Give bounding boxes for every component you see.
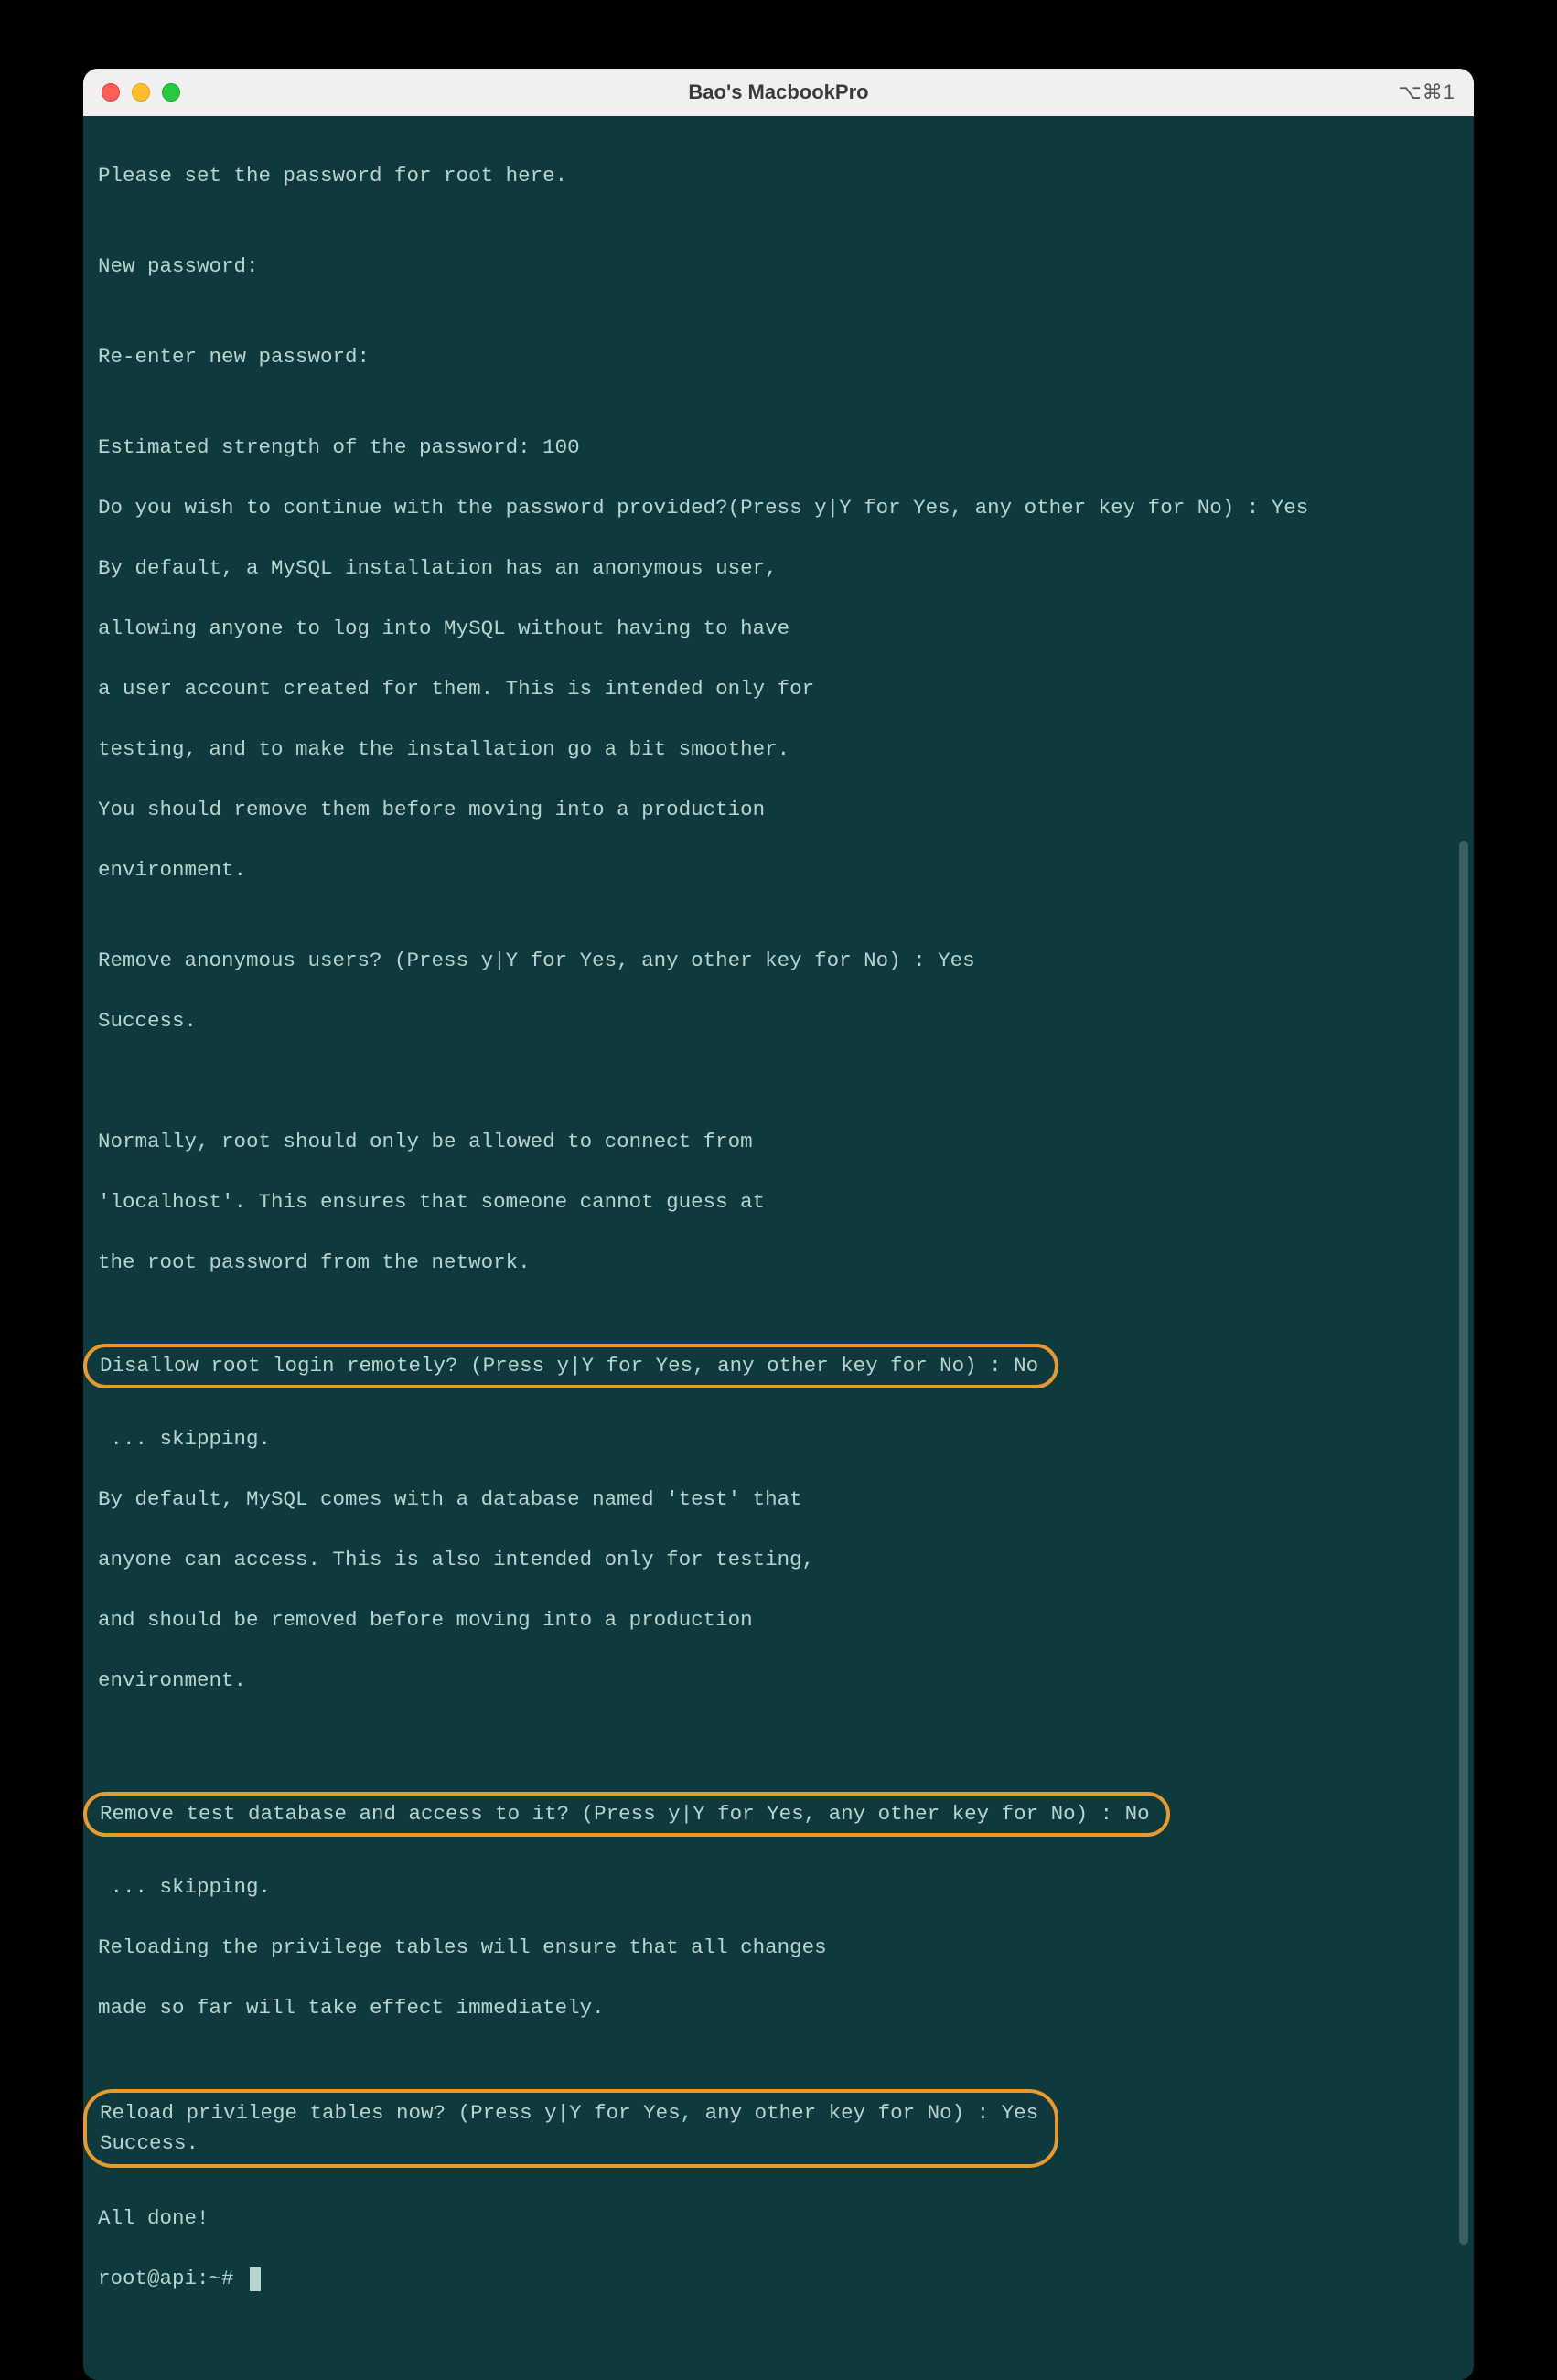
prompt-text: root@api:~# — [98, 2264, 246, 2294]
prompt-line[interactable]: root@api:~# — [98, 2264, 1474, 2294]
terminal-line: Reload privilege tables now? (Press y|Y … — [100, 2101, 1038, 2125]
terminal-line: Success. — [98, 1006, 1474, 1036]
terminal-line: environment. — [98, 1666, 1474, 1696]
terminal-line: New password: — [98, 252, 1474, 282]
terminal-line: environment. — [98, 855, 1474, 885]
highlight-remove-test-db: Remove test database and access to it? (… — [83, 1792, 1170, 1837]
terminal-body[interactable]: Please set the password for root here. N… — [83, 116, 1474, 2380]
terminal-line: ... skipping. — [98, 1424, 1474, 1454]
terminal-line: Normally, root should only be allowed to… — [98, 1127, 1474, 1157]
traffic-lights — [102, 83, 180, 102]
terminal-line: All done! — [98, 2203, 1474, 2234]
terminal-line: Reloading the privilege tables will ensu… — [98, 1933, 1474, 1963]
terminal-line: Disallow root login remotely? (Press y|Y… — [100, 1354, 1038, 1378]
terminal-line: Please set the password for root here. — [98, 161, 1474, 191]
terminal-line: You should remove them before moving int… — [98, 795, 1474, 825]
terminal-output[interactable]: Please set the password for root here. N… — [83, 116, 1474, 2380]
terminal-line: ... skipping. — [98, 1872, 1474, 1903]
highlight-disallow-remote-root: Disallow root login remotely? (Press y|Y… — [83, 1344, 1058, 1388]
titlebar: Bao's MacbookPro ⌥⌘1 — [83, 69, 1474, 116]
terminal-window: Bao's MacbookPro ⌥⌘1 Please set the pass… — [83, 69, 1474, 2380]
close-window-button[interactable] — [102, 83, 120, 102]
window-shortcut-label: ⌥⌘1 — [1398, 80, 1455, 104]
terminal-line: Remove anonymous users? (Press y|Y for Y… — [98, 946, 1474, 976]
terminal-line: Re-enter new password: — [98, 342, 1474, 372]
terminal-line: Estimated strength of the password: 100 — [98, 433, 1474, 463]
terminal-line: Remove test database and access to it? (… — [100, 1802, 1150, 1826]
maximize-window-button[interactable] — [162, 83, 180, 102]
terminal-line: By default, MySQL comes with a database … — [98, 1485, 1474, 1515]
minimize-window-button[interactable] — [132, 83, 150, 102]
terminal-line: anyone can access. This is also intended… — [98, 1545, 1474, 1575]
cursor-icon — [250, 2267, 261, 2291]
scrollbar[interactable] — [1459, 841, 1468, 2245]
window-title: Bao's MacbookPro — [688, 80, 868, 104]
highlight-reload-privileges: Reload privilege tables now? (Press y|Y … — [83, 2089, 1058, 2168]
terminal-line: Success. — [100, 2131, 199, 2155]
terminal-line: Do you wish to continue with the passwor… — [98, 493, 1474, 523]
terminal-line: a user account created for them. This is… — [98, 674, 1474, 704]
terminal-line: testing, and to make the installation go… — [98, 734, 1474, 765]
terminal-line: the root password from the network. — [98, 1248, 1474, 1278]
terminal-line: 'localhost'. This ensures that someone c… — [98, 1187, 1474, 1217]
terminal-line: allowing anyone to log into MySQL withou… — [98, 614, 1474, 644]
terminal-line: By default, a MySQL installation has an … — [98, 553, 1474, 584]
terminal-line: and should be removed before moving into… — [98, 1605, 1474, 1635]
terminal-line: made so far will take effect immediately… — [98, 1993, 1474, 2023]
